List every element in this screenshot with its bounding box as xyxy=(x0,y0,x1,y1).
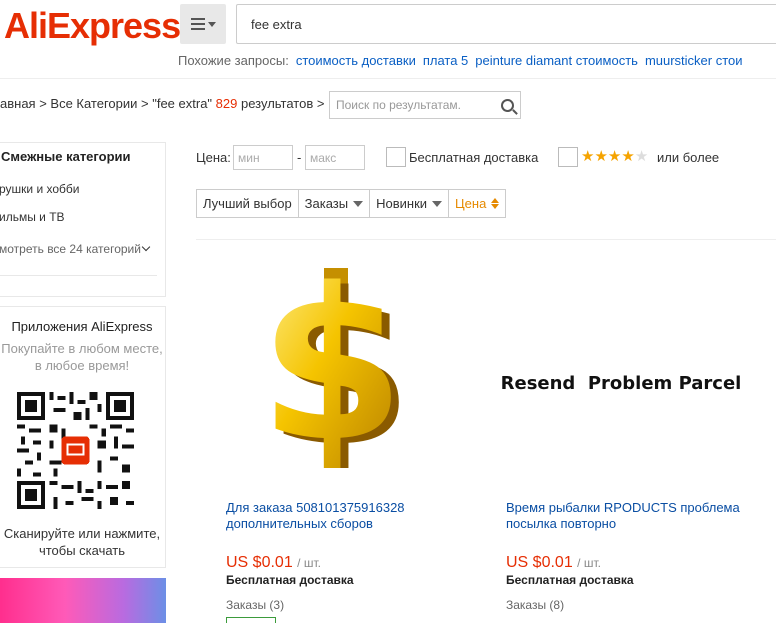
app-promo-panel: Приложения AliExpress Покупайте в любом … xyxy=(0,306,166,568)
product-price: US $0.01 / шт. xyxy=(226,554,321,571)
free-shipping-label: Бесплатная доставка xyxy=(409,150,539,165)
price-min-input[interactable]: мин xyxy=(233,145,293,170)
result-count-label: результатов > xyxy=(241,96,325,111)
rating-stars: ★ ★ ★ ★ ★ xyxy=(581,149,648,165)
related-link[interactable]: muursticker стои xyxy=(645,53,743,68)
related-link[interactable]: плата 5 xyxy=(423,53,468,68)
breadcrumb[interactable]: авная > Все Категории > "fee extra" 829 … xyxy=(0,96,324,111)
product-title[interactable]: Для заказа 508101375916328 дополнительны… xyxy=(226,500,476,532)
dropdown-caret-icon xyxy=(207,21,216,27)
price-separator: - xyxy=(297,150,302,165)
qr-code[interactable] xyxy=(17,392,134,509)
sort-best-match[interactable]: Лучший выбор xyxy=(197,190,299,217)
related-categories-panel: Смежные категории рушки и хобби ильмы и … xyxy=(0,142,166,297)
product-orders: Заказы (3) xyxy=(226,598,285,612)
svg-text:$: $ xyxy=(259,268,405,468)
categories-menu-button[interactable] xyxy=(180,4,226,44)
free-shipping-checkbox[interactable] xyxy=(386,147,406,167)
product-shipping: Бесплатная доставка xyxy=(226,573,354,587)
related-searches: Похожие запросы: стоимость доставки плата … xyxy=(178,53,743,68)
product-title[interactable]: Время рыбалки RPODUCTS проблема посылка … xyxy=(506,500,756,532)
breadcrumb-path[interactable]: авная > Все Категории > "fee extra" xyxy=(0,96,212,111)
star-empty-icon: ★ xyxy=(634,148,649,165)
sort-updown-icon xyxy=(491,198,500,209)
sort-orders[interactable]: Заказы xyxy=(299,190,371,217)
product-price: US $0.01 / шт. xyxy=(506,554,601,571)
search-icon[interactable] xyxy=(501,98,514,112)
app-promo-title: Приложения AliExpress xyxy=(11,319,153,334)
related-categories-title: Смежные категории xyxy=(1,149,131,164)
divider xyxy=(0,275,157,276)
aliexpress-logo[interactable]: AliExpress® xyxy=(4,6,185,46)
chevron-down-icon xyxy=(141,242,151,252)
star-icon: ★ xyxy=(607,148,622,165)
result-count: 829 xyxy=(215,96,238,111)
aliexpress-app-icon xyxy=(61,436,90,465)
filters-divider xyxy=(196,239,776,240)
related-link[interactable]: стоимость доставки xyxy=(296,53,416,68)
sort-price[interactable]: Цена xyxy=(449,190,505,217)
sort-newest[interactable]: Новинки xyxy=(370,190,450,217)
hamburger-icon xyxy=(190,18,205,30)
product-image[interactable]: Resend Problem Parcel xyxy=(498,268,744,498)
star-icon: ★ xyxy=(621,148,635,165)
app-promo-tagline: Покупайте в любом месте, в любое время! xyxy=(1,341,163,373)
price-max-input[interactable]: макс xyxy=(305,145,365,170)
dollar-sign-icon[interactable]: $ $ xyxy=(236,268,436,468)
category-link[interactable]: рушки и хобби xyxy=(0,182,79,196)
caret-down-icon xyxy=(432,200,443,207)
related-searches-label: Похожие запросы: xyxy=(178,53,289,68)
product-shipping: Бесплатная доставка xyxy=(506,573,634,587)
search-input[interactable]: fee extra xyxy=(236,4,776,44)
filter-results-input[interactable]: Поиск по результатам. xyxy=(329,91,521,119)
app-promo-cta[interactable]: Сканируйте или нажмите, чтобы скачать xyxy=(0,525,165,559)
promo-banner[interactable] xyxy=(0,578,166,623)
price-filter-label: Цена: xyxy=(196,150,231,165)
rating-or-more-label: или более xyxy=(657,150,720,165)
related-link[interactable]: peinture diamant стоимость xyxy=(475,53,638,68)
rating-checkbox[interactable] xyxy=(558,147,578,167)
caret-down-icon xyxy=(353,200,364,207)
sort-bar: Лучший выбор Заказы Новинки Цена xyxy=(196,189,507,218)
star-icon: ★ xyxy=(594,148,608,165)
category-link[interactable]: ильмы и ТВ xyxy=(0,210,65,224)
product-orders: Заказы (8) xyxy=(506,598,565,612)
star-icon: ★ xyxy=(581,148,595,165)
product-badge xyxy=(226,617,276,623)
header-divider xyxy=(0,78,776,79)
view-all-categories-link[interactable]: мотреть все 24 категорий xyxy=(0,242,151,256)
